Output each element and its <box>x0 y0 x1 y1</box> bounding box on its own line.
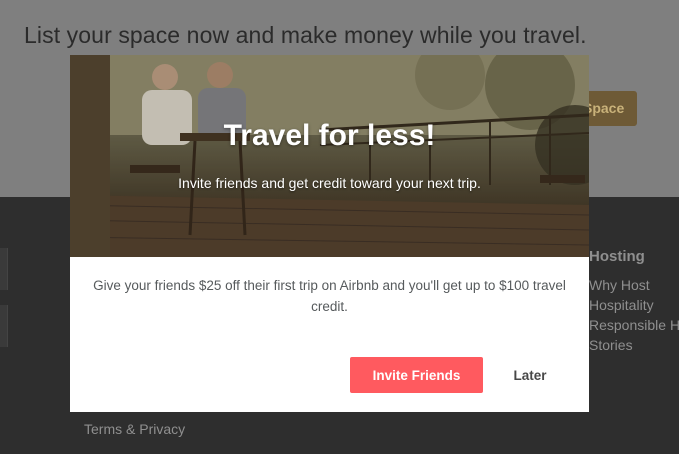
modal-hero-image: Travel for less! Invite friends and get … <box>70 55 589 257</box>
invite-friends-button[interactable]: Invite Friends <box>350 357 483 393</box>
deck-photo-illustration <box>70 55 589 257</box>
invite-modal: Travel for less! Invite friends and get … <box>70 55 589 412</box>
modal-subtitle: Invite friends and get credit toward you… <box>178 175 481 191</box>
modal-body-text: Give your friends $25 off their first tr… <box>93 278 566 314</box>
later-button[interactable]: Later <box>498 357 562 393</box>
modal-title: Travel for less! <box>223 119 436 152</box>
